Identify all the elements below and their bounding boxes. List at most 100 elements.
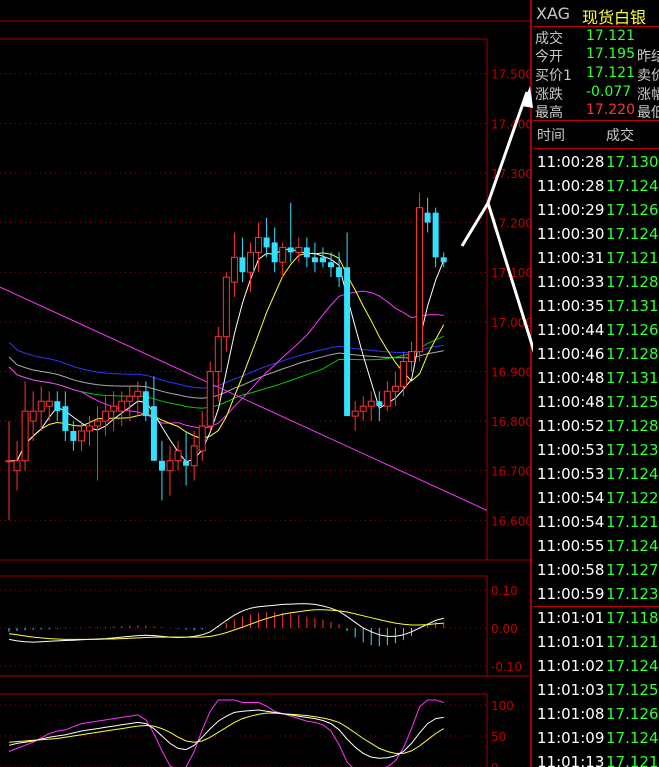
quote-row: 最高 17.220 最低 xyxy=(533,100,659,122)
tick-time: 11:00:31 xyxy=(537,249,605,267)
candle-body xyxy=(319,257,326,263)
kdj-axis-label: 100 xyxy=(491,699,514,713)
tick-price: 17.124 xyxy=(606,225,659,243)
candle-body xyxy=(239,257,246,273)
quote-label-2: 最低 xyxy=(637,105,659,121)
tick-row: 11:00:59 17.123 xyxy=(533,582,659,606)
candle-body xyxy=(198,425,206,452)
candle-body xyxy=(183,460,190,466)
tick-price: 17.126 xyxy=(606,321,659,339)
tick-row: 11:00:28 17.130 xyxy=(533,150,659,174)
price-axis-label: 16.700 xyxy=(491,465,533,479)
candle-body xyxy=(344,267,351,417)
tick-price: 17.125 xyxy=(606,681,659,699)
candle-body xyxy=(110,405,118,412)
trend-line xyxy=(0,286,488,511)
tick-price: 17.122 xyxy=(606,489,659,507)
candle-body xyxy=(351,410,359,417)
tick-time: 11:01:02 xyxy=(537,657,605,675)
tick-time: 11:01:09 xyxy=(537,729,605,747)
candle-body xyxy=(37,400,45,412)
kdj-axis-label: 50 xyxy=(491,730,506,744)
price-axis-label: 16.600 xyxy=(491,514,533,528)
kdj-k-line xyxy=(8,709,444,759)
candle-body xyxy=(45,400,53,407)
price-axis-label: 16.900 xyxy=(491,365,533,379)
candle-body xyxy=(279,246,287,263)
tick-row: 11:00:31 17.121 xyxy=(533,246,659,270)
candle-body xyxy=(255,236,263,253)
tick-row: 11:00:28 17.124 xyxy=(533,174,659,198)
tick-time: 11:01:03 xyxy=(537,681,605,699)
tick-row: 11:00:46 17.128 xyxy=(533,342,659,366)
candle-body xyxy=(214,336,222,372)
candle-body xyxy=(336,267,343,278)
tick-price: 17.121 xyxy=(606,753,659,767)
tick-price: 17.123 xyxy=(606,585,659,603)
tick-price: 17.127 xyxy=(606,561,659,579)
candle-body xyxy=(383,390,391,407)
tick-price: 17.131 xyxy=(606,369,659,387)
candle-body xyxy=(424,212,431,223)
tick-time: 11:00:54 xyxy=(537,489,605,507)
tick-row: 11:00:29 17.126 xyxy=(533,198,659,222)
divider xyxy=(533,148,659,149)
tick-row: 11:01:01 17.121 xyxy=(533,630,659,654)
candle-body xyxy=(21,410,29,462)
macd-axis-label: -0.10 xyxy=(491,660,522,674)
price-axis-label: 17.400 xyxy=(491,117,533,131)
tick-price-header: 成交 xyxy=(606,128,634,144)
tick-time: 11:00:48 xyxy=(537,393,605,411)
tick-price: 17.128 xyxy=(606,273,659,291)
quote-header: XAG 现货白银 xyxy=(533,0,659,27)
candle-body xyxy=(416,207,424,353)
candle-body xyxy=(206,370,214,427)
tick-price: 17.124 xyxy=(606,657,659,675)
tick-time: 11:00:54 xyxy=(537,513,605,531)
candle-body xyxy=(5,460,13,463)
candle-body xyxy=(376,401,383,407)
quote-value: 17.195 xyxy=(586,46,635,62)
candle-body xyxy=(174,450,182,462)
tick-row: 11:00:58 17.127 xyxy=(533,558,659,582)
candle-body xyxy=(399,361,407,387)
candle-body xyxy=(263,237,270,248)
tick-time: 11:01:01 xyxy=(537,609,605,627)
candle-body xyxy=(408,351,415,363)
candle-body xyxy=(62,406,69,431)
symbol-name: 现货白银 xyxy=(582,8,647,27)
candle-body xyxy=(311,257,318,263)
tick-time: 11:00:33 xyxy=(537,273,605,291)
tick-price: 17.126 xyxy=(606,201,659,219)
tick-time: 11:00:52 xyxy=(537,417,605,435)
candle-body xyxy=(295,246,303,253)
tick-row: 11:01:03 17.125 xyxy=(533,678,659,702)
candle-body xyxy=(166,460,174,472)
candle-body xyxy=(367,400,375,407)
tick-price: 17.130 xyxy=(606,153,659,171)
tick-row: 11:01:13 17.121 xyxy=(533,750,659,767)
quote-value: -0.077 xyxy=(586,84,632,100)
tick-row: 11:01:02 17.124 xyxy=(533,654,659,678)
tick-price: 17.126 xyxy=(606,705,659,723)
candle-body xyxy=(29,410,37,422)
candle-body xyxy=(134,390,142,397)
tick-time: 11:00:30 xyxy=(537,225,605,243)
tick-time: 11:00:44 xyxy=(537,321,605,339)
kline-chart[interactable]: 17.50017.40017.30017.20017.10017.00016.9… xyxy=(0,0,533,767)
candle-body xyxy=(247,251,254,273)
candle-body xyxy=(70,430,77,441)
tick-price: 17.128 xyxy=(606,417,659,435)
kdj-j-line xyxy=(8,699,444,767)
candle-body xyxy=(222,276,230,338)
kdj-d-line xyxy=(8,712,444,754)
candle-body xyxy=(158,460,165,471)
candle-body xyxy=(13,460,21,472)
tick-row: 11:00:48 17.131 xyxy=(533,366,659,390)
tick-price: 17.121 xyxy=(606,633,659,651)
candle-body xyxy=(391,385,399,392)
candle-body xyxy=(440,257,447,263)
tick-row: 11:01:08 17.126 xyxy=(533,702,659,726)
tick-price: 17.121 xyxy=(606,513,659,531)
tick-price: 17.121 xyxy=(606,249,659,267)
